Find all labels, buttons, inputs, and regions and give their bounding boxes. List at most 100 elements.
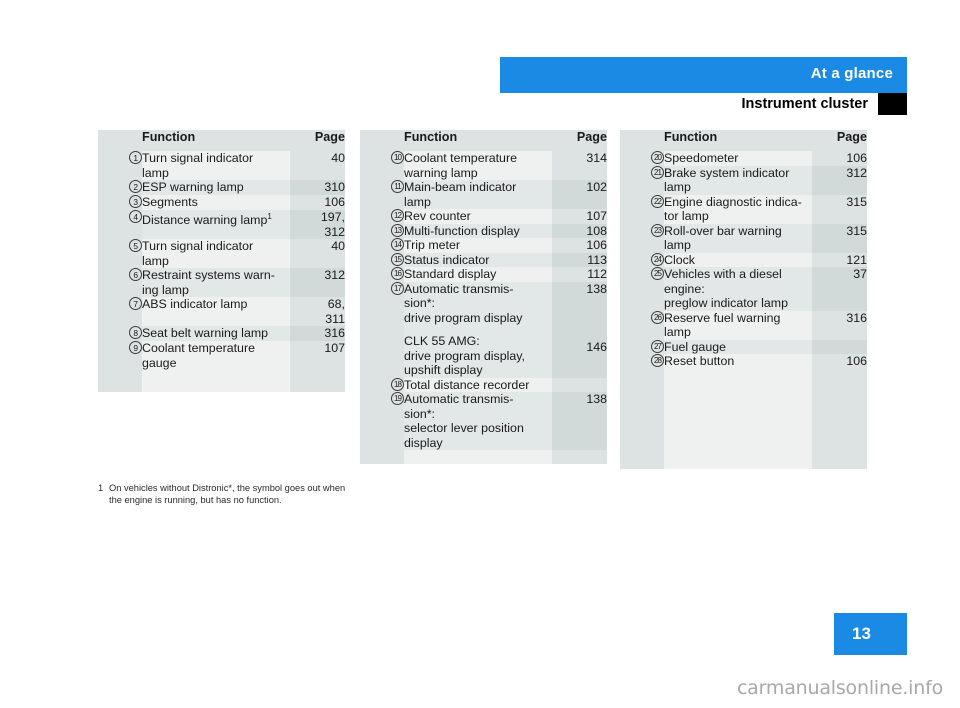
- row-index-marker: 13: [360, 223, 404, 238]
- row-function-label: Seat belt warning lamp: [142, 326, 290, 341]
- row-function-label: Status indicator: [404, 252, 552, 267]
- footnote-text: On vehicles without Distronic*, the symb…: [109, 483, 346, 505]
- row-index-marker: 11: [360, 180, 404, 209]
- row-page-number: 197, 312: [290, 210, 345, 239]
- filler-cell: [552, 450, 607, 464]
- row-index-marker: 15: [360, 252, 404, 267]
- table-filler-row: [620, 368, 867, 469]
- row-index-marker: 9: [98, 341, 142, 370]
- table-row: 7 ABS indicator lamp 68, 311: [98, 297, 345, 326]
- row-index-marker: 2: [98, 180, 142, 195]
- footnote-marker: 1: [98, 483, 104, 493]
- filler-cell: [620, 368, 664, 469]
- table-row: 13 Multi-function display 108: [360, 223, 607, 238]
- table-row: 14 Trip meter 106: [360, 238, 607, 253]
- row-index-marker: 8: [98, 326, 142, 341]
- table-row: 8 Seat belt warning lamp 316: [98, 326, 345, 341]
- row-function-label: Trip meter: [404, 238, 552, 253]
- table-row: 28 Reset button 106: [620, 354, 867, 369]
- row-index-marker: 5: [98, 239, 142, 268]
- row-function-label: Automatic transmis-sion*: drive program d…: [404, 281, 552, 378]
- filler-cell: [290, 370, 345, 392]
- row-index-marker: 26: [620, 310, 664, 340]
- row-index-marker: 14: [360, 238, 404, 253]
- row-index-marker: 3: [98, 195, 142, 210]
- row-page-number: [812, 339, 867, 354]
- row-function-label: Total distance recorder: [404, 377, 552, 392]
- row-page-number: 314: [552, 151, 607, 180]
- row-page-number: 316: [290, 326, 345, 341]
- chapter-tab-marker: [878, 93, 907, 115]
- table-row: 15 Status indicator 113: [360, 252, 607, 267]
- row-function-label: Reserve fuel warning lamp: [664, 310, 812, 340]
- row-page-number: 312: [290, 268, 345, 297]
- filler-cell: [98, 370, 142, 392]
- row-function-label: Automatic transmis-sion*: selector lever …: [404, 392, 552, 450]
- filler-cell: [812, 368, 867, 469]
- legend-table: Function Page 1 Turn signal indicator lamp 40…: [98, 130, 345, 392]
- row-function-label: ABS indicator lamp: [142, 297, 290, 326]
- header-cell-function: Function: [664, 130, 812, 151]
- row-index-marker: 23: [620, 223, 664, 253]
- row-function-label: Standard display: [404, 267, 552, 282]
- row-page-number: 106: [552, 238, 607, 253]
- table-row: 17 Automatic transmis-sion*: drive program…: [360, 281, 607, 378]
- row-page-number: 102: [552, 180, 607, 209]
- row-index-marker: 21: [620, 165, 664, 195]
- table-row: 27 Fuel gauge: [620, 339, 867, 354]
- table-row: 5 Turn signal indicator lamp 40: [98, 239, 345, 268]
- row-function-label: Brake system indicator lamp: [664, 165, 812, 195]
- section-title: Instrument cluster: [741, 96, 869, 112]
- row-page-number: 312: [812, 165, 867, 195]
- row-index-marker: 12: [360, 209, 404, 224]
- row-index-marker: 1: [98, 151, 142, 180]
- row-function-label: Vehicles with a diesel engine: preglow ind…: [664, 267, 812, 311]
- chapter-title: At a glance: [810, 65, 893, 82]
- page-number: 13: [852, 624, 871, 643]
- row-index-marker: 27: [620, 339, 664, 354]
- row-function-label: Main-beam indicator lamp: [404, 180, 552, 209]
- header-cell-index: [620, 130, 664, 151]
- row-function-label: Multi-function display: [404, 223, 552, 238]
- header-cell-index: [98, 130, 142, 151]
- table-filler-row: [360, 450, 607, 464]
- watermark: carmanualsonline.info: [736, 677, 943, 699]
- row-function-label: Rev counter: [404, 209, 552, 224]
- table-row: 9 Coolant temperature gauge 107: [98, 341, 345, 370]
- row-function-label: Turn signal indicator lamp: [142, 151, 290, 180]
- legend-table: Function Page 20 Speedometer 106 21 Brake syst…: [620, 130, 867, 469]
- row-page-number: 315: [812, 223, 867, 253]
- row-function-label: Roll-over bar warning lamp: [664, 223, 812, 253]
- header-cell-function: Function: [142, 130, 290, 151]
- table-header-row: Function Page: [360, 130, 607, 151]
- filler-cell: [360, 450, 404, 464]
- chapter-header-band: At a glance: [500, 57, 907, 93]
- row-index-marker: 18: [360, 377, 404, 392]
- table-row: 3 Segments 106: [98, 195, 345, 210]
- row-function-label: Distance warning lamp1: [142, 210, 290, 239]
- table-row: 19 Automatic transmis-sion*: selector leve…: [360, 392, 607, 450]
- table-row: 20 Speedometer 106: [620, 151, 867, 166]
- header-cell-page: Page: [290, 130, 345, 151]
- header-cell-index: [360, 130, 404, 151]
- row-function-label: Fuel gauge: [664, 339, 812, 354]
- table-row: 11 Main-beam indicator lamp 102: [360, 180, 607, 209]
- row-function-label: ESP warning lamp: [142, 180, 290, 195]
- table-row: 12 Rev counter 107: [360, 209, 607, 224]
- row-page-number: 107: [290, 341, 345, 370]
- row-index-marker: 19: [360, 392, 404, 450]
- filler-cell: [664, 368, 812, 469]
- row-index-marker: 7: [98, 297, 142, 326]
- table-row: 24 Clock 121: [620, 252, 867, 267]
- row-page-number: 106: [812, 151, 867, 166]
- table-row: 22 Engine diagnostic indica-tor lamp 315: [620, 194, 867, 224]
- row-function-label: Coolant temperature gauge: [142, 341, 290, 370]
- legend-table: Function Page 10 Coolant temperature warning…: [360, 130, 607, 464]
- row-function-label: Clock: [664, 252, 812, 267]
- row-page-number: 37: [812, 267, 867, 311]
- row-index-marker: 24: [620, 252, 664, 267]
- page-number-box: 13: [834, 613, 907, 655]
- row-index-marker: 6: [98, 268, 142, 297]
- row-index-marker: 28: [620, 354, 664, 369]
- filler-cell: [404, 450, 552, 464]
